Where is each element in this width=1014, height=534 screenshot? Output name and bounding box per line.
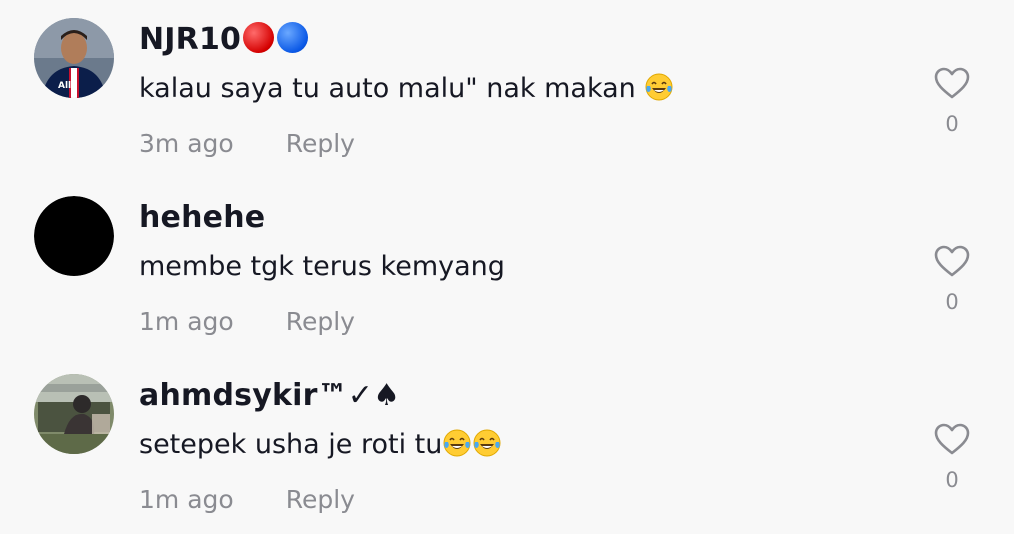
svg-text:All: All [58,81,71,91]
tears-of-joy-icon [473,429,501,457]
avatar[interactable] [34,374,114,454]
comment-meta: 1m ago Reply [139,480,355,520]
heart-icon[interactable] [933,66,971,100]
username[interactable]: NJR10 [139,20,309,60]
like-control: 0 [930,66,974,136]
red-circle-icon [243,22,275,53]
reply-button[interactable]: Reply [286,485,355,514]
outdoor-photo-avatar [34,374,114,454]
comment-text: kalau saya tu auto malu" nak makan [139,69,674,109]
comment-item: All NJR10 kalau saya tu auto malu" nak m… [0,0,1014,178]
tears-of-joy-icon [645,73,673,101]
username-text: NJR10 [139,22,242,57]
comment-meta: 3m ago Reply [139,124,355,164]
player-photo-avatar: All [34,18,114,98]
reply-button[interactable]: Reply [286,129,355,158]
black-circle-avatar [34,196,114,276]
username[interactable]: ahmdsykir™✓♠ [139,376,400,416]
heart-icon[interactable] [933,422,971,456]
reply-button[interactable]: Reply [286,307,355,336]
comment-item: hehehe membe tgk terus kemyang 1m ago Rep… [0,178,1014,356]
comment-time: 1m ago [139,307,234,336]
like-control: 0 [930,422,974,492]
like-count: 0 [945,112,959,136]
blue-circle-icon [277,22,309,53]
comment-text-content: setepek usha je roti tu [139,429,443,460]
comment-text-content: membe tgk terus kemyang [139,251,505,282]
comment-text: membe tgk terus kemyang [139,247,505,287]
avatar[interactable] [34,196,114,276]
comment-time: 3m ago [139,129,234,158]
username[interactable]: hehehe [139,198,265,238]
username-text: ahmdsykir™✓♠ [139,378,401,413]
comment-meta: 1m ago Reply [139,302,355,342]
comment-item: ahmdsykir™✓♠ setepek usha je roti tu 1m … [0,356,1014,534]
like-count: 0 [945,468,959,492]
username-text: hehehe [139,200,266,235]
like-control: 0 [930,244,974,314]
heart-icon[interactable] [933,244,971,278]
comment-text-content: kalau saya tu auto malu" nak makan [139,73,636,104]
like-count: 0 [945,290,959,314]
comment-time: 1m ago [139,485,234,514]
comment-text: setepek usha je roti tu [139,425,502,465]
tears-of-joy-icon [443,429,471,457]
avatar[interactable]: All [34,18,114,98]
